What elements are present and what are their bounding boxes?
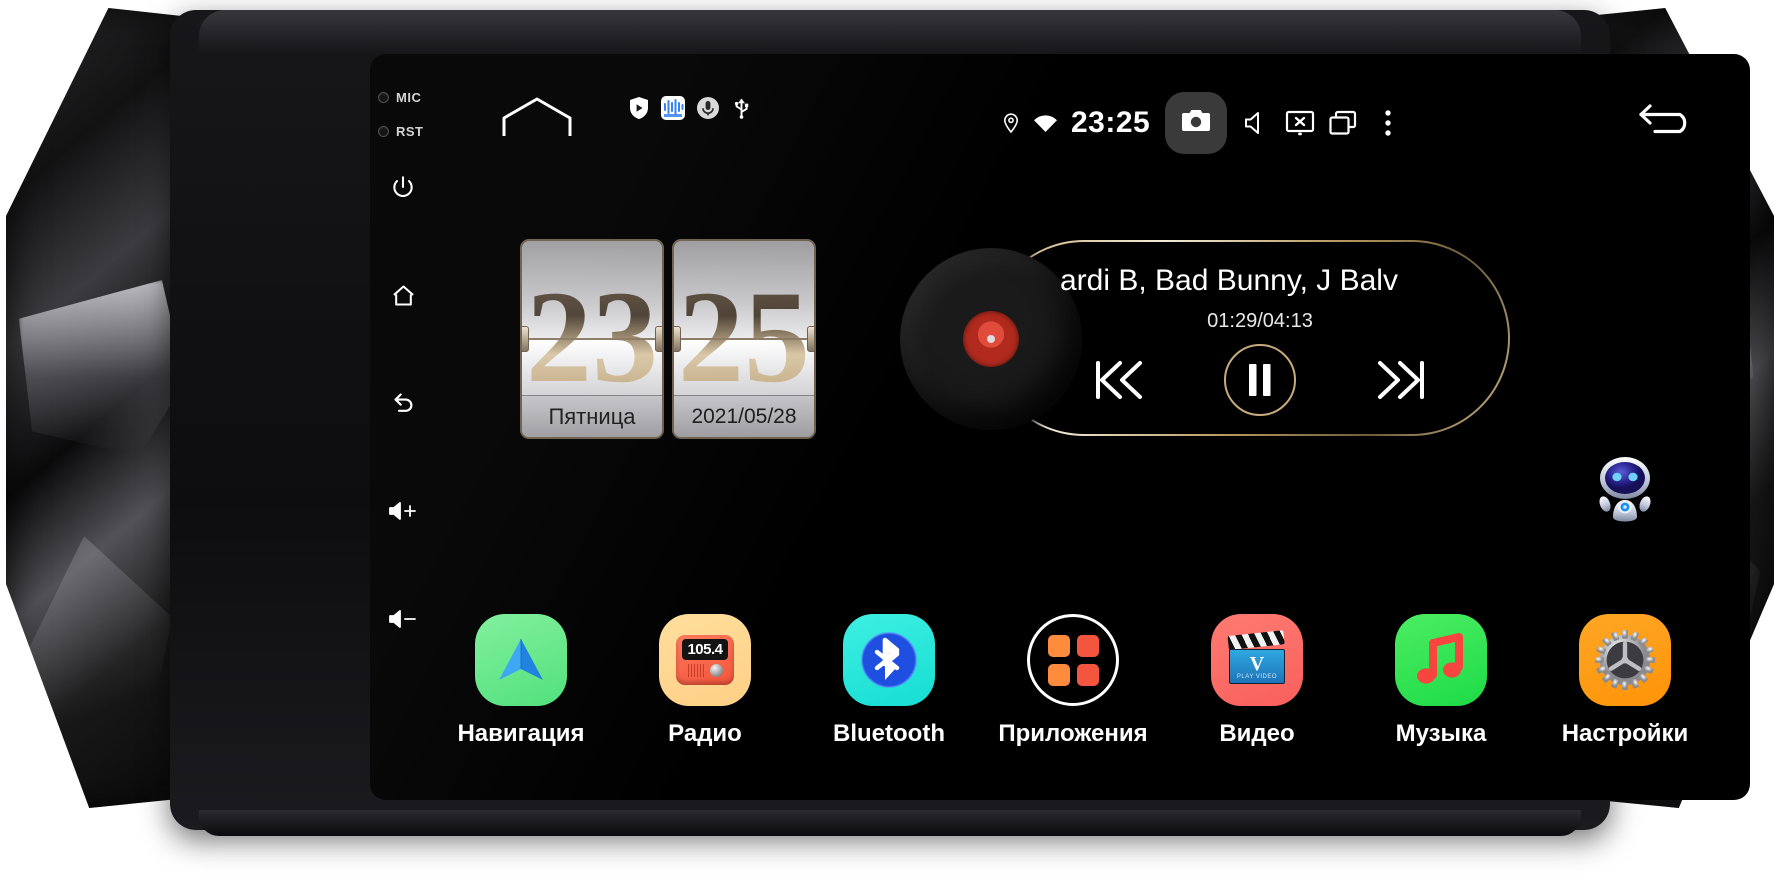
radio-icon: 105.4: [659, 614, 751, 706]
clapperboard-icon: V PLAY VIDEO: [1211, 614, 1303, 706]
app-settings-label: Настройки: [1561, 720, 1689, 747]
apps-square: [1047, 634, 1070, 657]
clock-weekday-label: Пятница: [522, 395, 662, 437]
reset-pinhole-icon[interactable]: [378, 126, 389, 137]
head-unit-body: MIC RST 23:25 23 Пятница 25 2021/05/28 a…: [170, 10, 1750, 836]
clock-date-label: 2021/05/28: [674, 395, 814, 437]
apps-grid-squares: [1047, 634, 1099, 686]
status-bar: 23:25: [442, 54, 1750, 164]
back-arrow-icon: [390, 390, 417, 417]
shield-play-icon: [628, 96, 650, 125]
back-button[interactable]: [380, 380, 426, 426]
power-icon: [390, 174, 416, 200]
reset-indicator[interactable]: RST: [378, 124, 424, 139]
back-u-turn-icon[interactable]: [1636, 100, 1698, 139]
video-badge-sub: PLAY VIDEO: [1236, 673, 1278, 680]
radio-knob-icon: [709, 664, 723, 677]
app-bluetooth-label: Bluetooth: [833, 720, 945, 747]
app-navigation-label: Навигация: [457, 720, 585, 747]
recent-apps-icon[interactable]: [1328, 110, 1358, 137]
clapperboard-top: [1227, 630, 1285, 650]
home-icon: [390, 282, 417, 309]
usb-icon: [731, 96, 752, 125]
apps-square: [1047, 663, 1070, 686]
radio-lower-panel: [687, 664, 723, 677]
microphone-icon: [696, 96, 720, 125]
track-title: ardi B, Bad Bunny, J Balv: [1060, 264, 1398, 297]
mic-indicator: MIC: [378, 90, 421, 105]
radio-body: 105.4: [676, 635, 734, 685]
app-radio[interactable]: 105.4 Радио: [630, 614, 780, 748]
location-pin-icon: [1002, 112, 1020, 134]
screen-off-icon[interactable]: [1285, 110, 1315, 137]
clapperboard-art: V PLAY VIDEO: [1227, 630, 1285, 684]
app-applications[interactable]: Приложения: [998, 614, 1148, 748]
clock-minutes-card[interactable]: 25 2021/05/28: [672, 239, 816, 439]
app-dock: Навигация 105.4 Радио Bluetooth Приложен…: [426, 614, 1720, 748]
play-pause-button[interactable]: [1224, 344, 1296, 416]
music-note-icon: [1395, 614, 1487, 706]
apps-square: [1076, 663, 1099, 686]
music-player-widget[interactable]: ardi B, Bad Bunny, J Balv 01:29/04:13: [900, 240, 1510, 436]
app-navigation[interactable]: Навигация: [446, 614, 596, 748]
radio-frequency-display: 105.4: [682, 639, 728, 660]
clapperboard-body: V PLAY VIDEO: [1229, 649, 1285, 684]
clock-hours-card[interactable]: 23 Пятница: [520, 239, 664, 439]
power-button[interactable]: [380, 164, 426, 210]
flip-hinge: [522, 338, 662, 340]
app-music-label: Музыка: [1395, 720, 1487, 747]
flip-hinge: [674, 338, 814, 340]
app-video-label: Видео: [1219, 720, 1295, 747]
volume-up-button[interactable]: [380, 488, 426, 534]
app-bluetooth[interactable]: Bluetooth: [814, 614, 964, 748]
volume-mute-icon[interactable]: [1242, 110, 1272, 136]
robot-assistant-icon: [1599, 457, 1651, 522]
product-photo-stage: MIC RST 23:25 23 Пятница 25 2021/05/28 a…: [0, 0, 1780, 891]
radio-speaker-grille-icon: [687, 664, 704, 677]
audio-waveform-app-icon: [661, 96, 685, 125]
mic-pinhole-icon: [378, 92, 389, 103]
volume-up-icon: [386, 499, 420, 523]
app-settings[interactable]: Настройки: [1550, 614, 1700, 748]
home-arch-icon[interactable]: [498, 94, 576, 143]
status-clock: 23:25: [1071, 106, 1151, 139]
apps-square: [1076, 634, 1099, 657]
flip-peg-left: [674, 326, 681, 352]
player-controls: [1050, 344, 1470, 416]
app-applications-label: Приложения: [998, 720, 1148, 747]
apps-grid-icon: [1027, 614, 1119, 706]
bluetooth-icon: [843, 614, 935, 706]
mic-indicator-label: MIC: [396, 90, 422, 105]
flip-peg-right: [655, 326, 662, 352]
previous-track-button[interactable]: [1090, 357, 1144, 403]
head-unit-screen[interactable]: MIC RST 23:25 23 Пятница 25 2021/05/28 a…: [370, 54, 1750, 800]
voice-assistant-robot[interactable]: [1588, 454, 1662, 528]
flip-peg-left: [522, 326, 529, 352]
volume-down-icon: [386, 607, 420, 631]
notification-icons: [628, 96, 752, 125]
system-status-icons: 23:25: [1002, 92, 1405, 154]
app-music[interactable]: Музыка: [1366, 614, 1516, 748]
reset-indicator-label: RST: [396, 124, 424, 139]
pause-icon: [1249, 364, 1271, 396]
flip-clock-widget[interactable]: 23 Пятница 25 2021/05/28: [520, 239, 816, 439]
app-video[interactable]: V PLAY VIDEO Видео: [1182, 614, 1332, 748]
track-time: 01:29/04:13: [1207, 310, 1313, 332]
app-radio-label: Радио: [668, 720, 742, 747]
gear-icon: [1579, 614, 1671, 706]
video-badge: V: [1249, 652, 1265, 675]
flip-peg-right: [807, 326, 814, 352]
volume-down-button[interactable]: [380, 596, 426, 642]
camera-icon: [1181, 108, 1211, 139]
home-button[interactable]: [380, 272, 426, 318]
camera-button[interactable]: [1165, 92, 1228, 154]
next-track-button[interactable]: [1376, 357, 1430, 403]
wifi-icon: [1033, 113, 1058, 133]
navigation-arrow-icon: [475, 614, 567, 706]
kebab-menu-icon[interactable]: [1371, 109, 1405, 137]
